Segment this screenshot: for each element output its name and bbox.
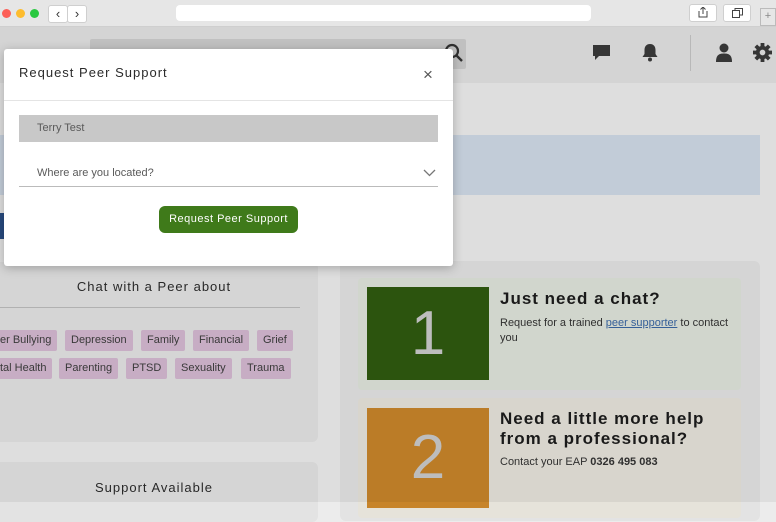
forward-button[interactable]: › — [67, 5, 87, 23]
close-window-button[interactable] — [2, 9, 11, 18]
back-button[interactable]: ‹ — [48, 5, 68, 23]
share-button[interactable] — [689, 4, 717, 22]
location-select[interactable]: Where are you located? — [19, 160, 438, 187]
modal-title: Request Peer Support — [19, 65, 168, 80]
close-icon[interactable]: × — [423, 66, 433, 83]
browser-toolbar: ‹ › + — [0, 0, 776, 27]
new-tab-button[interactable]: + — [760, 8, 776, 26]
chevron-down-icon — [423, 169, 436, 177]
maximize-window-button[interactable] — [30, 9, 39, 18]
name-field[interactable]: Terry Test — [19, 115, 438, 142]
modal-divider — [4, 100, 453, 101]
tabs-icon — [731, 8, 743, 18]
request-peer-support-button[interactable]: Request Peer Support — [159, 206, 298, 233]
location-placeholder: Where are you located? — [37, 167, 154, 179]
minimize-window-button[interactable] — [16, 9, 25, 18]
address-bar[interactable] — [176, 5, 591, 21]
tabs-button[interactable] — [723, 4, 751, 22]
request-peer-support-modal: Request Peer Support × Terry Test Where … — [4, 49, 453, 266]
share-icon — [698, 6, 708, 18]
